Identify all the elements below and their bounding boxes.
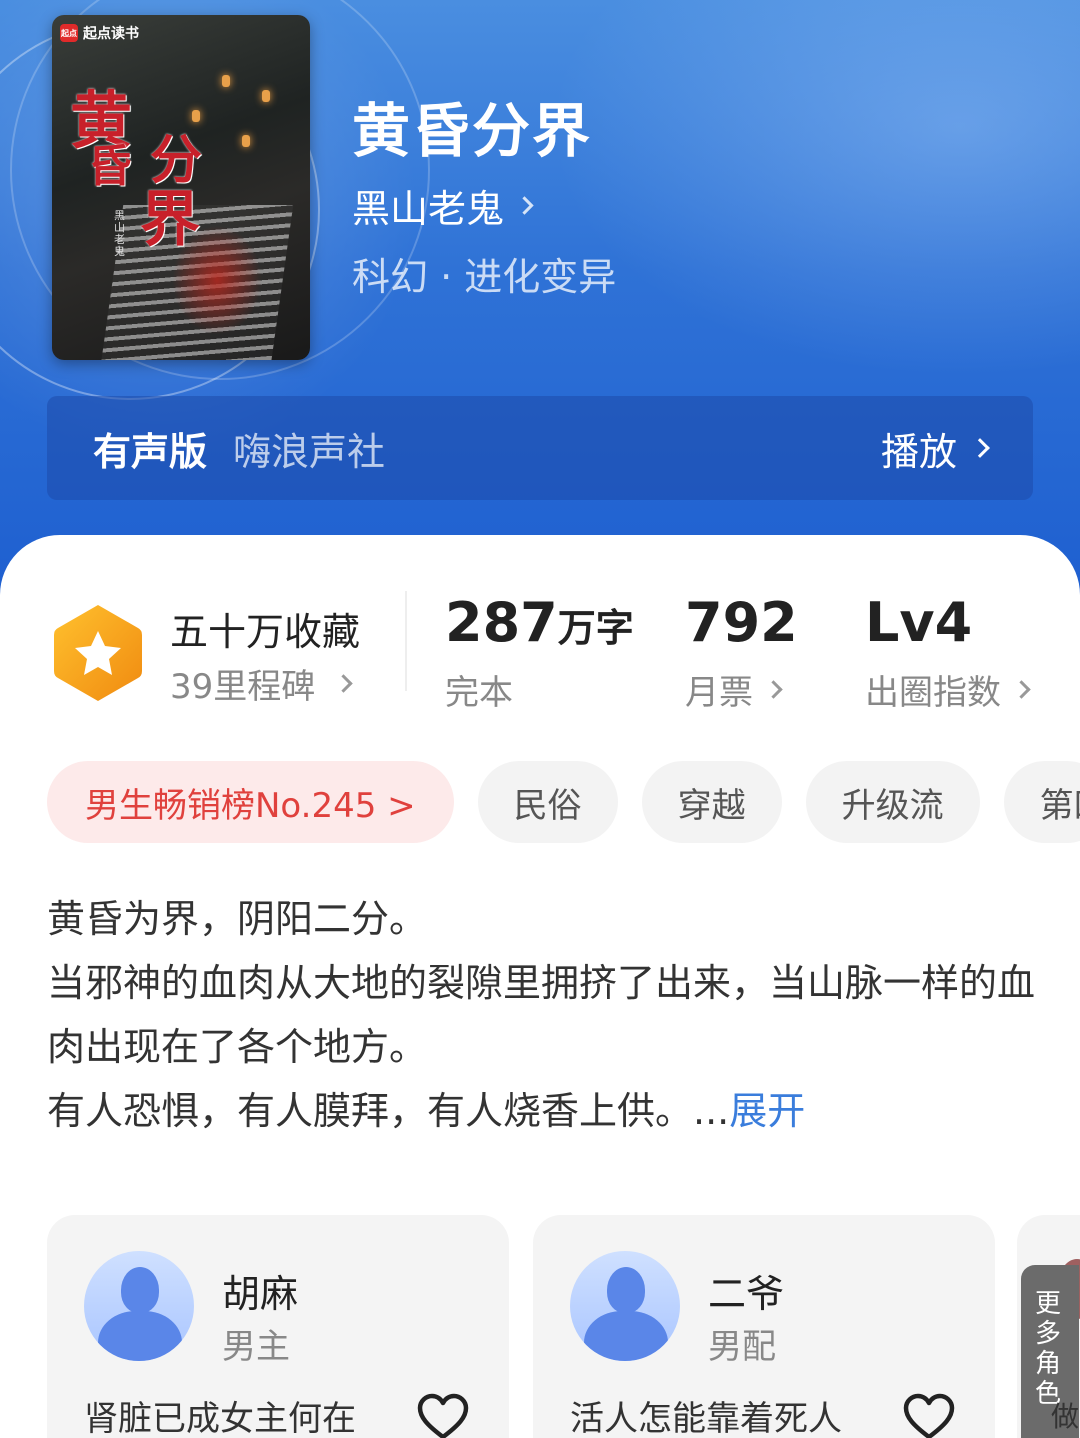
lamp-decor [222, 75, 230, 87]
heart-icon[interactable] [417, 1393, 469, 1438]
tag-chip[interactable]: 穿越 [641, 761, 782, 843]
expand-link[interactable]: 展开 [729, 1089, 805, 1133]
tag-chip[interactable]: 升级流 [805, 761, 980, 843]
popularity-index-link[interactable]: 出圈指数 [865, 665, 1031, 714]
chevron-right-icon [1012, 680, 1031, 699]
chevron-right-icon [334, 674, 353, 693]
audio-version-bar[interactable]: 有声版 嗨浪声社 播放 [47, 396, 1033, 500]
book-detail-panel: 五十万收藏 39里程碑 287万字 完本 792 月票 Lv4 出圈指数 男生畅… [0, 535, 1080, 1438]
author-link[interactable]: 黑山老鬼 [352, 178, 534, 233]
lamp-decor [192, 110, 200, 122]
book-genre: 科幻 · 进化变异 [352, 255, 617, 299]
roles-carousel: 胡麻 男主 肾脏已成女主何在 二爷 男配 活人怎能靠着死人 更多角色 做 [47, 1215, 1080, 1438]
brand-logo-icon: 起点 [60, 24, 78, 42]
chevron-right-icon [764, 680, 783, 699]
rank-tag[interactable]: 男生畅销榜No.245 > [47, 761, 454, 843]
milestone-link[interactable]: 39里程碑 [170, 659, 353, 708]
chevron-right-icon [970, 438, 990, 458]
word-count: 287万字 [445, 591, 634, 654]
monthly-tickets-value: 792 [685, 591, 798, 654]
more-roles-card[interactable]: 更多角色 做 [1017, 1215, 1080, 1438]
avatar [84, 1251, 194, 1361]
book-header: 起点 起点读书 黄 昏 分 界 黑山老鬼 黄昏分界 黑山老鬼 科幻 · 进化变异… [0, 0, 1080, 600]
divider [405, 591, 407, 691]
lamp-decor [262, 90, 270, 102]
play-label: 播放 [880, 429, 957, 474]
heart-icon[interactable] [903, 1393, 955, 1438]
avatar [570, 1251, 680, 1361]
completion-status: 完本 [445, 673, 513, 713]
collection-title: 五十万收藏 [170, 610, 361, 654]
chevron-right-icon [515, 196, 534, 215]
audio-label: 有声版 [93, 429, 208, 474]
tag-row: 男生畅销榜No.245 > 民俗 穿越 升级流 第四 [47, 761, 1080, 843]
role-name: 二爷 [708, 1272, 785, 1316]
role-quote: 肾脏已成女主何在 [84, 1399, 356, 1438]
monthly-tickets-link[interactable]: 月票 [685, 665, 783, 714]
word-count-value: 287 [445, 591, 558, 654]
book-intro[interactable]: 黄昏为界，阴阳二分。 当邪神的血肉从大地的裂隙里拥挤了出来，当山脉一样的血肉出现… [47, 887, 1037, 1143]
tag-chip[interactable]: 民俗 [477, 761, 618, 843]
decor-mist [480, 0, 1080, 420]
role-quote: 活人怎能靠着死人 [570, 1399, 842, 1438]
milestone-label: 39里程碑 [170, 667, 316, 707]
lamp-decor [242, 135, 250, 147]
book-cover[interactable]: 起点 起点读书 黄 昏 分 界 黑山老鬼 [52, 15, 310, 360]
intro-line: 当邪神的血肉从大地的裂隙里拥挤了出来，当山脉一样的血肉出现在了各个地方。 [47, 961, 1036, 1069]
cover-char: 昏 [88, 141, 132, 192]
intro-line: 有人恐惧，有人膜拜，有人烧香上供。...展开 [47, 1079, 1037, 1143]
author-name: 黑山老鬼 [352, 187, 505, 231]
role-quote: 做 [1051, 1400, 1080, 1433]
tag-chip[interactable]: 第四 [1003, 761, 1080, 843]
role-card[interactable]: 二爷 男配 活人怎能靠着死人 [533, 1215, 995, 1438]
play-button[interactable]: 播放 [880, 421, 990, 476]
role-type: 男主 [222, 1327, 290, 1367]
role-card[interactable]: 胡麻 男主 肾脏已成女主何在 [47, 1215, 509, 1438]
popularity-index-label: 出圈指数 [865, 673, 1001, 713]
cover-brand: 起点 起点读书 [60, 23, 139, 43]
cover-char: 界 [140, 185, 200, 255]
intro-line: 黄昏为界，阴阳二分。 [47, 897, 428, 941]
stats-row: 五十万收藏 39里程碑 287万字 完本 792 月票 Lv4 出圈指数 [0, 591, 1080, 721]
brand-name: 起点读书 [83, 26, 139, 42]
audio-publisher: 嗨浪声社 [233, 429, 386, 474]
cover-char: 分 [150, 130, 203, 191]
role-type: 男配 [708, 1327, 776, 1367]
intro-line-text: 有人恐惧，有人膜拜，有人烧香上供。... [47, 1089, 730, 1133]
book-title: 黄昏分界 [352, 97, 593, 165]
word-count-unit: 万字 [557, 606, 634, 650]
popularity-level-value: Lv4 [865, 591, 973, 654]
monthly-tickets-label: 月票 [685, 673, 753, 713]
role-name: 胡麻 [222, 1272, 299, 1316]
cover-author: 黑山老鬼 [114, 209, 125, 259]
star-badge-icon[interactable] [52, 601, 144, 705]
